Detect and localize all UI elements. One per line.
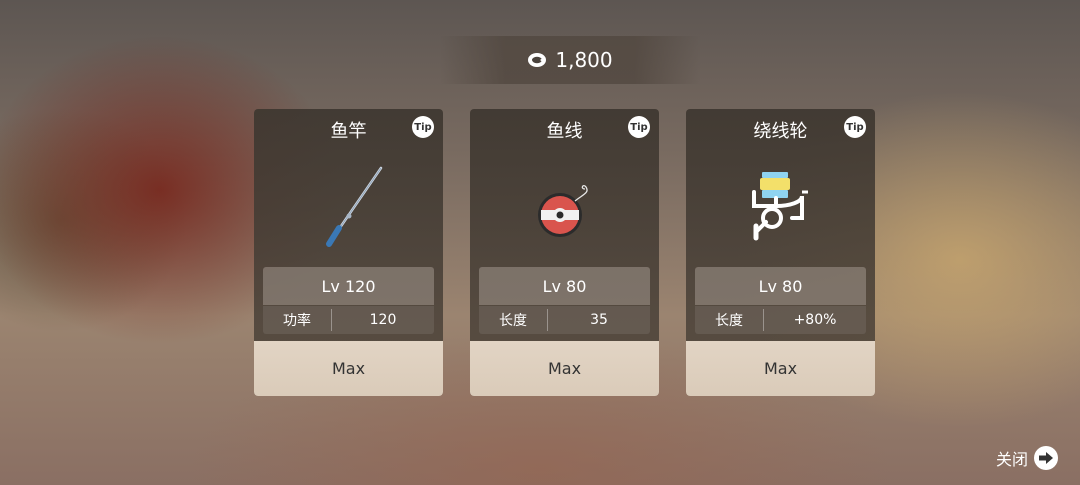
close-button[interactable]: 关闭 bbox=[996, 446, 1058, 470]
level-display: Lv 80 bbox=[695, 267, 866, 305]
max-button[interactable]: Max bbox=[470, 341, 659, 396]
stat-label: 长度 bbox=[695, 309, 764, 331]
max-button[interactable]: Max bbox=[254, 341, 443, 396]
tip-icon[interactable]: Tip bbox=[412, 116, 434, 138]
level-display: Lv 120 bbox=[263, 267, 434, 305]
stat-row: 功率 120 bbox=[263, 306, 434, 334]
upgrade-card-rod: 鱼竿 Tip Lv 120 功率 120 Max bbox=[254, 109, 443, 396]
stat-row: 长度 35 bbox=[479, 306, 650, 334]
upgrade-card-line: 鱼线 Tip Lv 80 长度 35 Max bbox=[470, 109, 659, 396]
stat-value: 120 bbox=[369, 312, 397, 328]
level-display: Lv 80 bbox=[479, 267, 650, 305]
stat-row: 长度 +80% bbox=[695, 306, 866, 334]
stat-value: 35 bbox=[590, 312, 608, 328]
arrow-right-circle-icon bbox=[1034, 446, 1058, 470]
upgrade-card-reel: 绕线轮 Tip Lv 80 长度 +80% Max bbox=[686, 109, 875, 396]
fishing-rod-icon bbox=[254, 151, 443, 263]
stat-label: 长度 bbox=[479, 309, 548, 331]
tip-icon[interactable]: Tip bbox=[844, 116, 866, 138]
close-label: 关闭 bbox=[995, 450, 1028, 469]
stat-label: 功率 bbox=[263, 309, 332, 331]
stat-value: +80% bbox=[793, 312, 837, 328]
fishing-reel-icon bbox=[686, 151, 875, 263]
fish-coin-icon bbox=[527, 52, 547, 68]
tip-icon[interactable]: Tip bbox=[628, 116, 650, 138]
currency-display: 1,800 bbox=[440, 36, 700, 84]
fishing-line-spool-icon bbox=[470, 151, 659, 263]
currency-amount: 1,800 bbox=[555, 48, 613, 72]
max-button[interactable]: Max bbox=[686, 341, 875, 396]
